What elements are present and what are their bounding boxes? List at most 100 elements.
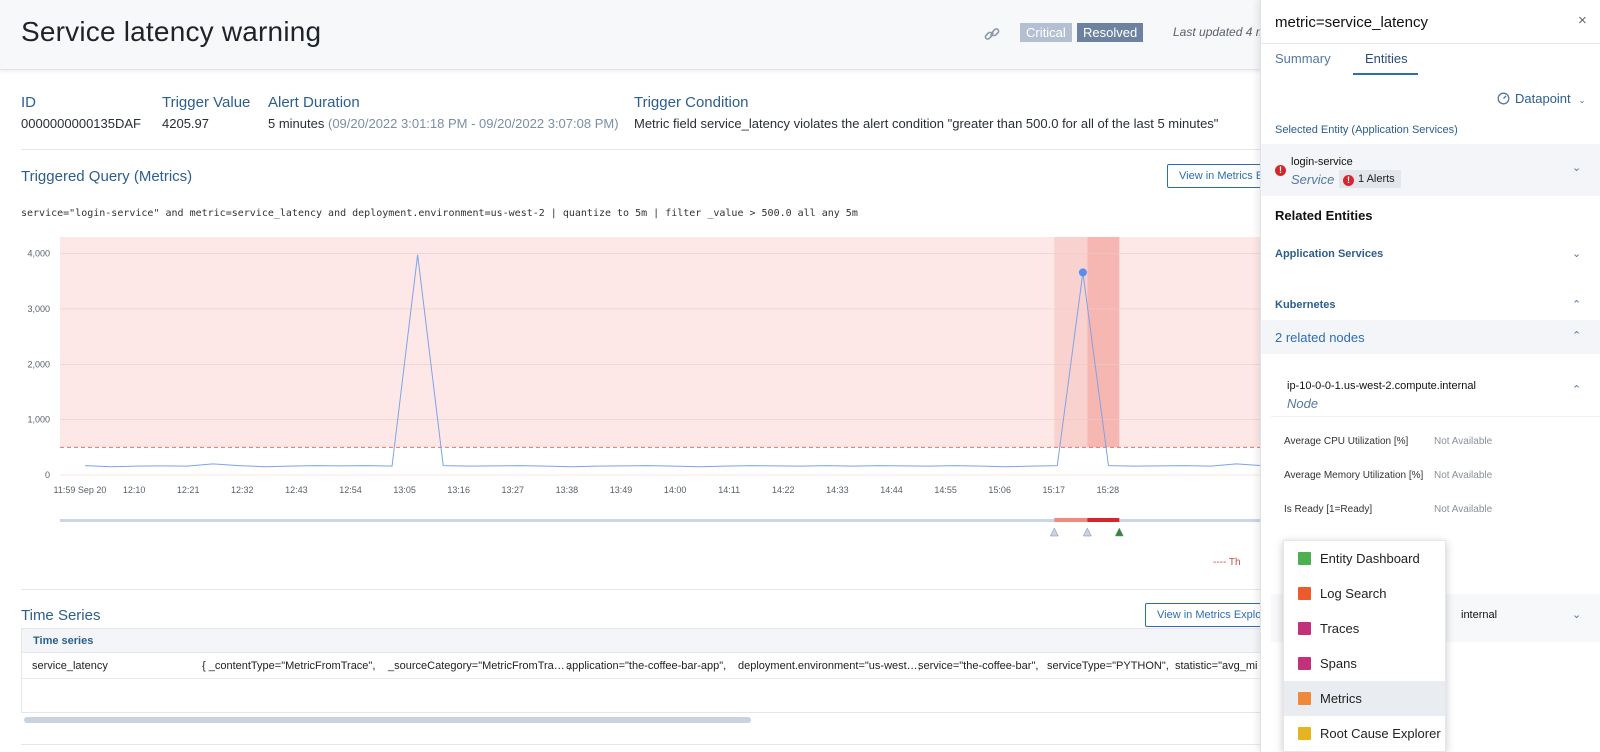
chevron-up-icon[interactable]: ⌃ — [1572, 329, 1581, 342]
chevron-up-icon[interactable]: ⌃ — [1572, 298, 1581, 311]
id-field: ID 0000000000135DAF — [21, 94, 141, 131]
series-cell: service="the-coffee-bar", — [918, 660, 1039, 672]
latency-chart: 4,000 3,000 2,000 1,000 0 11:59 Sep 20 12:10 12… — [27, 237, 1262, 537]
menu-item-label: Log Search — [1320, 586, 1387, 601]
node-type: Node — [1287, 396, 1319, 411]
x-tick-label: 15:06 — [988, 485, 1011, 495]
x-tick-label: 12:54 — [339, 485, 362, 495]
view-in-metrics-explorer-button-2[interactable]: View in Metrics Explor — [1145, 603, 1262, 627]
table-row[interactable]: service_latency { _contentType="MetricFr… — [22, 653, 1260, 679]
metrics-icon — [1298, 692, 1311, 705]
x-tick-label: 14:44 — [880, 485, 903, 495]
divider — [21, 589, 1261, 590]
kv-value: Not Available — [1434, 470, 1493, 481]
y-tick-label: 1,000 — [27, 415, 50, 425]
memory-utilization-row: Average Memory Utilization [%] Not Avail… — [1284, 470, 1492, 481]
menu-item-label: Root Cause Explorer — [1320, 726, 1441, 741]
series-cell: statistic="avg_mi — [1175, 660, 1258, 672]
trigger-value-label: Trigger Value — [162, 94, 251, 111]
highlight-point — [1078, 268, 1087, 277]
divider — [21, 149, 1261, 150]
menu-item-log-search[interactable]: Log Search — [1284, 576, 1445, 611]
chevron-down-icon[interactable]: ⌄ — [1572, 247, 1581, 260]
x-tick-label: 14:33 — [826, 485, 849, 495]
dashboard-icon — [1298, 552, 1311, 565]
chevron-down-icon[interactable]: ⌄ — [1572, 608, 1581, 621]
x-tick-label: 12:21 — [177, 485, 200, 495]
related-nodes-row[interactable]: 2 related nodes ⌃ — [1261, 320, 1600, 354]
gauge-icon — [1497, 92, 1510, 105]
id-value: 0000000000135DAF — [21, 116, 141, 131]
series-cell: serviceType="PYTHON", — [1047, 660, 1169, 672]
datapoint-dropdown[interactable]: Datapoint ⌄ — [1497, 91, 1586, 106]
chevron-up-icon[interactable]: ⌃ — [1572, 383, 1581, 396]
query-text: service="login-service" and metric=servi… — [21, 208, 858, 219]
menu-item-spans[interactable]: Spans — [1284, 646, 1445, 681]
alert-duration-field: Alert Duration 5 minutes (09/20/2022 3:0… — [268, 94, 619, 131]
application-services-label: Application Services — [1275, 248, 1384, 260]
alert-duration-label: Alert Duration — [268, 94, 360, 111]
trigger-value-field: Trigger Value 4205.97 — [162, 94, 250, 131]
menu-item-root-cause-explorer[interactable]: Root Cause Explorer — [1284, 716, 1445, 751]
id-label: ID — [21, 94, 36, 111]
panel-title: metric=service_latency — [1275, 14, 1428, 31]
selected-entity-card[interactable]: ! login-service Service ! 1 Alerts ⌄ — [1261, 144, 1600, 196]
entity-actions-menu: Entity Dashboard Log Search Traces Spans… — [1283, 540, 1446, 752]
kv-value: Not Available — [1434, 504, 1493, 515]
x-tick-label: 13:27 — [502, 485, 525, 495]
range-alert — [1087, 518, 1120, 522]
related-entities-title: Related Entities — [1275, 208, 1373, 223]
kubernetes-label: Kubernetes — [1275, 299, 1336, 311]
critical-badge: Critical — [1020, 23, 1072, 42]
datapoint-label: Datapoint — [1515, 91, 1571, 106]
menu-item-entity-dashboard[interactable]: Entity Dashboard — [1284, 541, 1445, 576]
range-marker-end — [1114, 527, 1124, 537]
tab-summary[interactable]: Summary — [1275, 51, 1331, 66]
time-series-table: Time series service_latency { _contentTy… — [21, 628, 1261, 713]
tab-entities[interactable]: Entities — [1365, 51, 1408, 66]
alert-duration-range: (09/20/2022 3:01:18 PM - 09/20/2022 3:07… — [328, 116, 619, 131]
series-cell: _sourceCategory="MetricFromTra… , — [388, 660, 571, 672]
kubernetes-row[interactable]: Kubernetes ⌃ — [1261, 289, 1600, 323]
kv-value: Not Available — [1434, 436, 1493, 447]
range-alert-light — [1054, 518, 1088, 522]
series-cell: application="the-coffee-bar-app", — [566, 660, 727, 672]
entity-type: Service — [1291, 172, 1335, 187]
menu-item-label: Spans — [1320, 656, 1357, 671]
x-tick-label: 14:11 — [718, 485, 740, 495]
trigger-value: 4205.97 — [162, 116, 209, 131]
node-card[interactable]: ip-10-0-0-1.us-west-2.compute.internal N… — [1271, 369, 1600, 417]
series-name: service_latency — [32, 660, 108, 672]
x-tick-label: 14:55 — [934, 485, 957, 495]
last-updated: Last updated 4 mi — [1173, 25, 1269, 39]
alerts-count: 1 Alerts — [1358, 173, 1395, 185]
application-services-row[interactable]: Application Services ⌄ — [1261, 238, 1600, 272]
menu-item-traces[interactable]: Traces — [1284, 611, 1445, 646]
log-search-icon — [1298, 587, 1311, 600]
x-tick-label: 12:43 — [285, 485, 308, 495]
page-title: Service latency warning — [21, 16, 322, 47]
spans-icon — [1298, 657, 1311, 670]
series-cell: deployment.environment="us-west…, — [738, 660, 921, 672]
alert-icon: ! — [1343, 175, 1354, 186]
x-tick-label: 12:10 — [123, 485, 146, 495]
trigger-condition-label: Trigger Condition — [634, 94, 749, 111]
close-icon[interactable]: × — [1578, 12, 1587, 29]
traces-icon — [1298, 622, 1311, 635]
divider — [21, 744, 1261, 745]
range-marker-start — [1049, 527, 1059, 537]
x-tick-label: 12:32 — [231, 485, 254, 495]
x-tick-label: 13:16 — [447, 485, 470, 495]
alerts-badge: ! 1 Alerts — [1339, 170, 1401, 188]
x-tick-label: 11:59 Sep 20 — [54, 485, 107, 495]
menu-item-metrics[interactable]: Metrics — [1284, 681, 1445, 716]
link-icon[interactable] — [983, 25, 1001, 43]
view-in-metrics-explorer-button[interactable]: View in Metrics E — [1167, 164, 1262, 188]
horizontal-scrollbar[interactable] — [24, 717, 751, 723]
trigger-condition-field: Trigger Condition Metric field service_l… — [634, 94, 1218, 131]
divider — [1261, 43, 1600, 44]
x-tick-label: 15:28 — [1097, 485, 1120, 495]
x-tick-label: 13:49 — [610, 485, 633, 495]
chevron-down-icon[interactable]: ⌄ — [1572, 161, 1581, 174]
x-tick-label: 15:17 — [1043, 485, 1066, 495]
